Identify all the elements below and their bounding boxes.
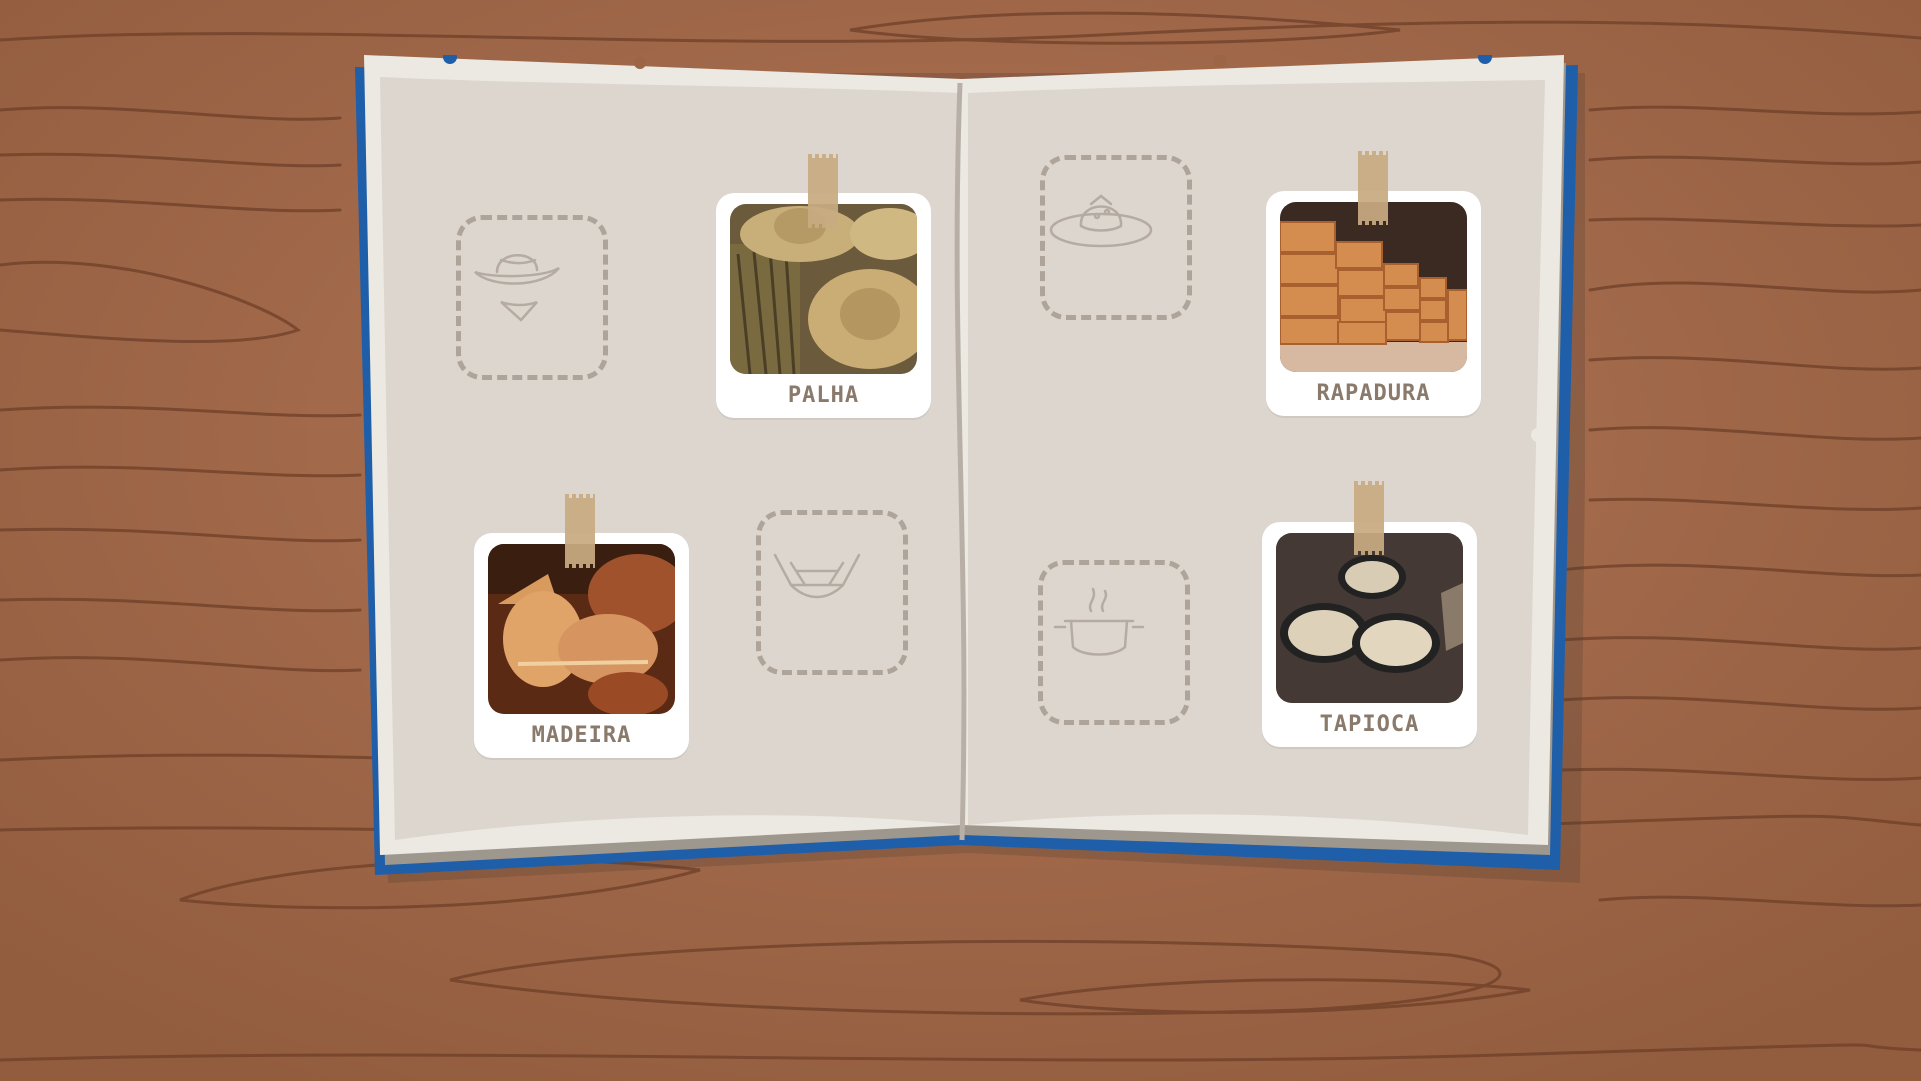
slot-hammock[interactable] (756, 510, 908, 675)
slot-cooking-pot[interactable] (1038, 560, 1190, 725)
hat-and-scarf-icon (474, 254, 560, 322)
card-label: RAPADURA (1316, 381, 1431, 406)
tape-strip (808, 154, 838, 228)
hammock-icon (773, 553, 861, 599)
book-illustration (355, 55, 1585, 883)
tape-strip (1354, 481, 1384, 555)
straw-hats-photo (730, 204, 917, 374)
slot-hat-and-scarf[interactable] (456, 215, 608, 380)
slot-cheese[interactable] (1040, 155, 1192, 320)
tapioca-pans-photo (1276, 533, 1463, 703)
tape-strip (1358, 151, 1388, 225)
wood-carving-photo (488, 544, 675, 714)
photo-card-tapioca[interactable]: TAPIOCA (1262, 522, 1477, 747)
rapadura-blocks-photo (1280, 202, 1467, 372)
tape-strip (565, 494, 595, 568)
cheese-on-plate-icon (1049, 194, 1153, 248)
card-label: PALHA (787, 383, 860, 408)
game-scene: PALHA RAPADURA MADEIRA TAPIOCA (0, 0, 1921, 1081)
cooking-pot-icon (1053, 587, 1145, 656)
open-book: PALHA RAPADURA MADEIRA TAPIOCA (350, 55, 1585, 885)
card-label: TAPIOCA (1319, 712, 1420, 737)
card-label: MADEIRA (531, 723, 632, 748)
